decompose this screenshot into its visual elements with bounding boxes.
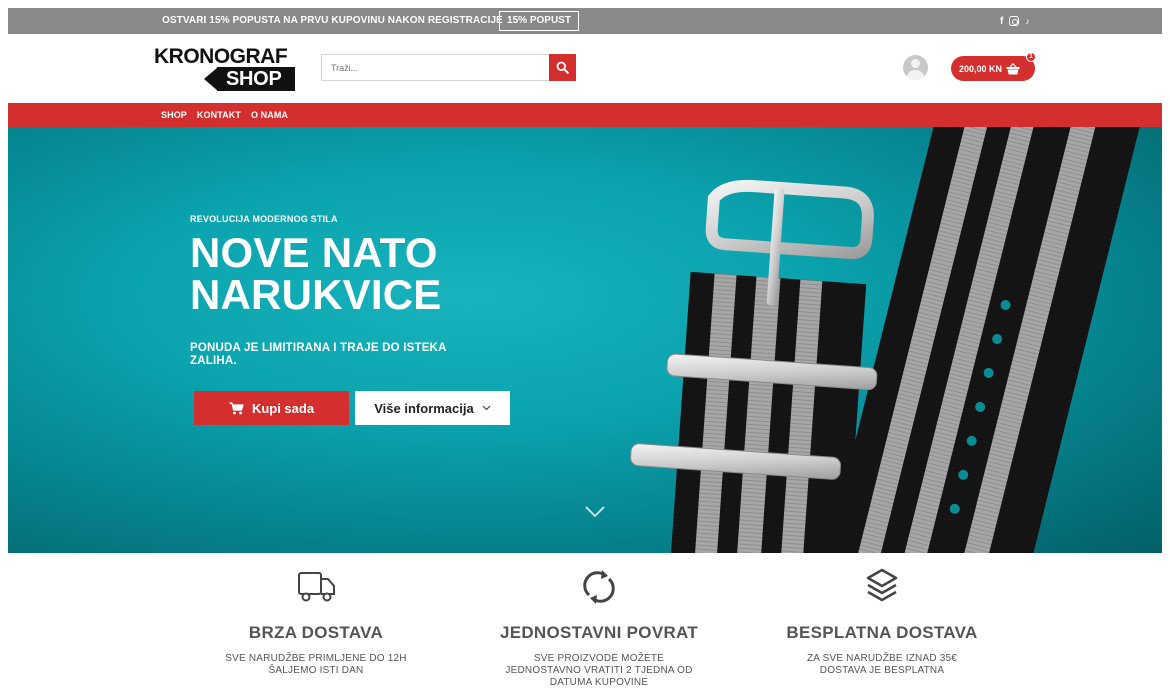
nav-item-o-nama[interactable]: O NAMA [251, 110, 288, 120]
account-avatar[interactable] [903, 55, 928, 80]
feature-title: BRZA DOSTAVA [248, 623, 384, 642]
refresh-icon [583, 570, 615, 604]
promo-text: OSTVARI 15% POPUSTA NA PRVU KUPOVINU NAK… [162, 15, 503, 26]
logo-line1: KRONOGRAF [154, 45, 288, 68]
hero-title: NOVE NATO NARUKVICE [190, 232, 441, 316]
site-header: KRONOGRAF SHOP 200,00 KN 1 [8, 34, 1162, 103]
hero-eyebrow: REVOLUCIJA MODERNOG STILA [190, 214, 338, 224]
feature-title: BESPLATNA DOSTAVA [786, 623, 978, 642]
layers-icon [866, 568, 898, 602]
buy-now-label: Kupi sada [251, 400, 315, 416]
cart-icon [229, 401, 244, 414]
scroll-down-icon[interactable] [584, 505, 606, 519]
cart-button[interactable]: 200,00 KN [951, 56, 1035, 81]
feature-desc-line: SVE PROIZVODE MOŽETE [533, 653, 665, 664]
hero-title-line2: NARUKVICE [190, 271, 442, 318]
tiktok-icon[interactable]: ♪ [1025, 16, 1030, 26]
feature-desc: SVE NARUDŽBE PRIMLJENE DO 12H ŠALJEMO IS… [181, 653, 451, 677]
hero-banner: REVOLUCIJA MODERNOG STILA NOVE NATO NARU… [8, 127, 1162, 553]
facebook-icon[interactable]: f [1000, 16, 1003, 27]
instagram-icon[interactable] [1009, 16, 1020, 26]
nav-item-shop[interactable]: SHOP [161, 110, 187, 120]
features-section: BRZA DOSTAVA SVE NARUDŽBE PRIMLJENE DO 1… [8, 553, 1162, 695]
feature-desc-line: ŠALJEMO ISTI DAN [268, 665, 364, 676]
feature-title: JEDNOSTAVNI POVRAT [499, 623, 699, 642]
feature-desc: ZA SVE NARUDŽBE IZNAD 35€ DOSTAVA JE BES… [747, 653, 1017, 677]
feature-desc-line: SVE NARUDŽBE PRIMLJENE DO 12H [225, 653, 407, 664]
search-input[interactable] [321, 54, 557, 81]
hero-title-line1: NOVE NATO [190, 229, 438, 276]
hero-subtitle: PONUDA JE LIMITIRANA I TRAJE DO ISTEKA Z… [190, 342, 447, 367]
feature-desc-line: JEDNOSTAVNO VRATITI 2 TJEDNA OD [505, 665, 693, 676]
more-info-label: Više informacija [374, 400, 474, 416]
feature-desc-line: DOSTAVA JE BESPLATNA [819, 665, 945, 676]
promo-button[interactable]: 15% POPUST [499, 11, 579, 31]
site-logo[interactable]: KRONOGRAF SHOP [154, 45, 308, 93]
nav-item-kontakt[interactable]: KONTAKT [197, 110, 241, 120]
feature-desc: SVE PROIZVODE MOŽETE JEDNOSTAVNO VRATITI… [464, 653, 734, 689]
cart-count-badge: 1 [1026, 52, 1036, 62]
feature-desc-line: DATUMA KUPOVINE [549, 677, 649, 688]
nato-strap-illustration [630, 127, 1151, 553]
truck-icon [298, 572, 335, 602]
feature-desc-line: ZA SVE NARUDŽBE IZNAD 35€ [806, 653, 958, 664]
main-nav: SHOP KONTAKT O NAMA [8, 103, 1162, 127]
basket-icon [1006, 62, 1020, 74]
cart-total: 200,00 KN [959, 63, 1003, 74]
search-icon [556, 61, 569, 74]
more-info-button[interactable]: Više informacija [355, 391, 510, 425]
chevron-down-icon [482, 405, 491, 411]
logo-line2: SHOP [226, 68, 282, 90]
logo-wedge [204, 67, 218, 91]
promo-bar: OSTVARI 15% POPUSTA NA PRVU KUPOVINU NAK… [8, 8, 1162, 34]
social-links: f ♪ [1000, 8, 1030, 34]
search-button[interactable] [549, 54, 576, 81]
buy-now-button[interactable]: Kupi sada [194, 391, 349, 425]
